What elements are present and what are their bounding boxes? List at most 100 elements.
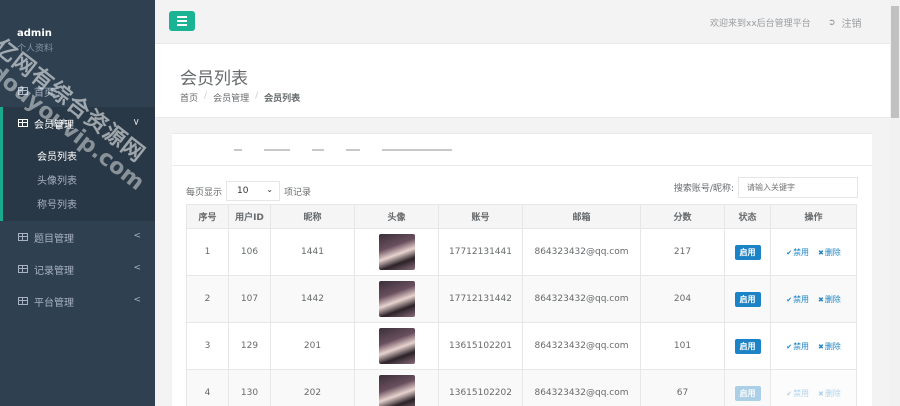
cell-uid: 129 <box>228 322 271 370</box>
delete-button[interactable]: ✖删除 <box>818 248 841 257</box>
panel-title-blurred <box>172 134 872 166</box>
cell-score: 204 <box>640 275 725 323</box>
profile-block: admin 个人资料 <box>0 0 155 75</box>
delete-button[interactable]: ✖删除 <box>818 295 841 304</box>
table-controls: 每页显示 10 ⌄ 项记录 搜索账号/昵称: <box>186 177 858 201</box>
cell-avatar <box>354 322 439 370</box>
disable-label: 禁用 <box>793 388 810 398</box>
table-icon <box>18 297 28 305</box>
breadcrumb-members[interactable]: 会员管理 <box>213 91 249 104</box>
table-icon <box>18 87 28 95</box>
page-scrollbar[interactable] <box>890 0 900 406</box>
cell-account: 17712131441 <box>438 228 523 276</box>
status-badge: 启用 <box>734 291 761 307</box>
hamburger-line <box>177 20 187 22</box>
cell-no: 4 <box>186 369 229 406</box>
sidebar-item-members[interactable]: 会员管理 < <box>0 107 155 139</box>
submenu-item-avatar-list[interactable]: 头像列表 <box>3 167 155 191</box>
column-header[interactable]: 账号 <box>438 204 523 229</box>
cell-avatar <box>354 369 439 406</box>
search-input[interactable] <box>738 177 858 198</box>
delete-label: 删除 <box>824 247 841 257</box>
close-icon: ✖ <box>817 248 824 257</box>
page-length-control: 每页显示 10 ⌄ 项记录 <box>186 181 311 201</box>
chevron-down-icon: ⌄ <box>266 185 274 194</box>
close-icon: ✖ <box>817 295 824 304</box>
sidebar-item-label: 会员管理 <box>34 119 74 131</box>
delete-label: 删除 <box>824 341 841 351</box>
column-header[interactable]: 状态 <box>724 204 771 229</box>
disable-label: 禁用 <box>793 247 810 257</box>
cell-uid: 130 <box>228 369 271 406</box>
page-length-select[interactable]: 10 ⌄ <box>226 181 281 201</box>
logout-link[interactable]: ➲ 注销 <box>828 15 862 31</box>
profile-link[interactable]: 个人资料 <box>17 41 155 54</box>
avatar <box>378 328 415 364</box>
cell-account: 17712131442 <box>438 275 523 323</box>
disable-label: 禁用 <box>793 341 810 351</box>
length-suffix: 项记录 <box>284 187 312 198</box>
cell-nick: 1442 <box>270 275 355 323</box>
sidebar-item-records[interactable]: 记录管理 < <box>0 253 155 285</box>
cell-avatar <box>354 275 439 323</box>
cell-account: 13615102202 <box>438 369 523 406</box>
cell-actions: ✔禁用 ✖删除 <box>770 369 857 406</box>
cell-score: 67 <box>640 369 725 406</box>
column-header[interactable]: 昵称 <box>270 204 355 229</box>
blurred-text <box>234 148 242 151</box>
top-navbar: 欢迎来到xx后台管理平台 ➲ 注销 <box>155 0 890 44</box>
scrollbar-thumb[interactable] <box>891 6 899 118</box>
sidebar-item-questions[interactable]: 题目管理 < <box>0 221 155 253</box>
cell-email: 864323432@qq.com <box>522 322 641 370</box>
cell-actions: ✔禁用 ✖删除 <box>770 228 857 276</box>
disable-button[interactable]: ✔禁用 <box>786 248 809 257</box>
avatar <box>378 375 415 406</box>
hamburger-line <box>177 24 187 26</box>
cell-no: 1 <box>186 228 229 276</box>
submenu-item-title-list[interactable]: 称号列表 <box>3 191 155 215</box>
sidebar-item-label: 平台管理 <box>34 297 74 309</box>
blurred-text <box>264 148 290 151</box>
status-badge: 启用 <box>734 385 761 401</box>
cell-status: 启用 <box>724 275 771 323</box>
breadcrumb-home[interactable]: 首页 <box>180 91 198 104</box>
sign-out-icon: ➲ <box>828 17 836 28</box>
length-prefix: 每页显示 <box>186 187 223 198</box>
disable-button[interactable]: ✔禁用 <box>786 342 809 351</box>
column-header[interactable]: 头像 <box>354 204 439 229</box>
cell-nick: 202 <box>270 369 355 406</box>
sidebar-item-home[interactable]: 首页 <box>0 75 155 107</box>
chevron-left-icon: < <box>133 231 141 241</box>
chevron-left-icon: < <box>133 295 141 305</box>
delete-label: 删除 <box>824 294 841 304</box>
close-icon: ✖ <box>817 389 824 398</box>
submenu-item-member-list[interactable]: 会员列表 <box>3 143 155 167</box>
breadcrumb: 首页 / 会员管理 / 会员列表 <box>180 91 300 104</box>
column-header[interactable]: 分数 <box>640 204 725 229</box>
cell-uid: 107 <box>228 275 271 323</box>
column-header[interactable]: 用户ID <box>228 204 271 229</box>
hamburger-line <box>177 16 187 18</box>
disable-button[interactable]: ✔禁用 <box>786 295 809 304</box>
members-submenu: 会员列表 头像列表 称号列表 <box>0 139 155 221</box>
search-control: 搜索账号/昵称: <box>674 177 858 198</box>
avatar <box>378 281 415 317</box>
profile-username[interactable]: admin <box>17 28 155 39</box>
close-icon: ✖ <box>817 342 824 351</box>
cell-score: 101 <box>640 322 725 370</box>
blurred-text <box>312 148 324 151</box>
disable-button[interactable]: ✔禁用 <box>786 389 809 398</box>
sidebar-item-label: 记录管理 <box>34 265 74 277</box>
blurred-text <box>346 148 360 151</box>
welcome-text: 欢迎来到xx后台管理平台 <box>710 19 811 29</box>
menu-toggle-button[interactable] <box>169 11 195 31</box>
sidebar-item-platform[interactable]: 平台管理 < <box>0 285 155 317</box>
column-header[interactable]: 邮箱 <box>522 204 641 229</box>
column-header[interactable]: 序号 <box>186 204 229 229</box>
delete-button[interactable]: ✖删除 <box>818 389 841 398</box>
cell-uid: 106 <box>228 228 271 276</box>
cell-actions: ✔禁用 ✖删除 <box>770 275 857 323</box>
cell-email: 864323432@qq.com <box>522 275 641 323</box>
check-circle-icon: ✔ <box>786 389 793 398</box>
delete-button[interactable]: ✖删除 <box>818 342 841 351</box>
